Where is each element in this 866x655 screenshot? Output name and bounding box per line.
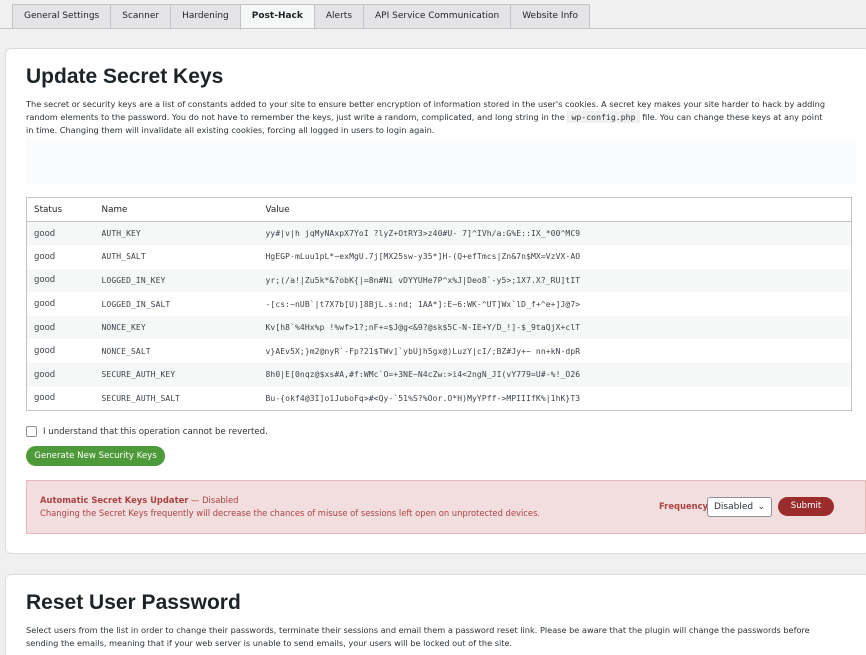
row-status: good	[34, 346, 56, 357]
section-description: The secret or security keys are a list o…	[26, 98, 826, 137]
confirm-checkbox[interactable]	[26, 426, 37, 437]
row-value: v}AEv5X;}m2@nyR`-Fp?21$TWv]`ybUjh5gx@)Lu…	[265, 346, 581, 356]
confirm-label: I understand that this operation cannot …	[43, 426, 268, 437]
row-name: NONCE_SALT	[101, 346, 151, 356]
row-status: good	[34, 251, 56, 262]
tab-scanner[interactable]: Scanner	[110, 4, 172, 29]
tab-bar: General Settings Scanner Hardening Post-…	[12, 4, 590, 30]
row-name: SECURE_AUTH_KEY	[94, 363, 259, 387]
updater-heading: Automatic Secret Keys Updater — Disabled	[40, 495, 238, 505]
row-value: Kv[h8`%4Hx%p !%wf>1?;nF+=$J@g<&9?@sk$5C-…	[258, 315, 852, 340]
reset-user-password-card: Reset User Password Select users from th…	[5, 574, 866, 655]
section-title: Reset User Password	[26, 591, 241, 614]
row-value: yy#|v|h jqMyNAxpX7YoI ?lyZ+OtRY3>z40#U- …	[258, 221, 852, 246]
row-value: 8h0|E[0nqz@$xs#A,#f:WMc`O=+3NE~N4cZw:>i4…	[258, 363, 852, 387]
tab-divider	[0, 28, 866, 29]
row-name: LOGGED_IN_SALT	[101, 299, 171, 309]
tab-post-hack[interactable]: Post-Hack	[239, 4, 315, 30]
row-status: good	[34, 393, 56, 404]
row-value: yr;(/a!|Zu5k*&?obK{|=8n#Ni vDYYUHe7P^x%J…	[258, 268, 852, 293]
tab-hardening[interactable]: Hardening	[170, 4, 241, 29]
config-filename: wp-config.php	[567, 111, 640, 123]
table-row: good AUTH_KEY yy#|v|h jqMyNAxpX7YoI ?lyZ+O…	[26, 221, 852, 246]
column-header-name: Name	[94, 197, 259, 222]
submit-button[interactable]: Submit	[778, 497, 834, 516]
row-status: good	[26, 221, 95, 246]
spacer-panel	[26, 139, 856, 184]
column-header-value: Value	[258, 197, 852, 222]
table-row: good LOGGED_IN_SALT -[cs:~nUB`|t7X7b[U)]8B…	[27, 292, 852, 316]
confirm-row: I understand that this operation cannot …	[26, 426, 268, 437]
row-status: good	[34, 299, 56, 310]
row-name: NONCE_KEY	[94, 315, 259, 340]
column-header-status: Status	[26, 197, 95, 222]
table-row: good SECURE_AUTH_KEY 8h0|E[0nqz@$xs#A,#f:W…	[26, 363, 852, 387]
frequency-value: Disabled	[714, 502, 754, 512]
row-status: good	[26, 268, 95, 293]
section-description: Select users from the list in order to c…	[26, 625, 810, 648]
row-status: good	[26, 363, 95, 387]
table-row: good SECURE_AUTH_SALT Bu-{okf4@3I]o1JuboFq…	[27, 387, 852, 411]
tab-website-info[interactable]: Website Info	[510, 4, 590, 29]
row-value: Bu-{okf4@3I]o1JuboFq>#<Qy-`51%S?%Oor.O*H…	[265, 393, 581, 403]
updater-title: Automatic Secret Keys Updater	[40, 495, 189, 505]
auto-updater-alert: Automatic Secret Keys Updater — Disabled…	[26, 480, 866, 534]
table-row: good NONCE_KEY Kv[h8`%4Hx%p !%wf>1?;nF+=$J…	[26, 315, 852, 340]
row-status: good	[26, 315, 95, 340]
frequency-select[interactable]: Disabled ⌄	[707, 497, 772, 517]
table-row: good LOGGED_IN_KEY yr;(/a!|Zu5k*&?obK{|=8n…	[26, 268, 852, 293]
row-value: HgEGP-mLuu1pL*~exMgU.7j[MX25sw-y35*]H-(Q…	[265, 252, 581, 262]
row-name: LOGGED_IN_KEY	[94, 268, 259, 293]
tab-api-service-communication[interactable]: API Service Communication	[363, 4, 512, 29]
secret-keys-table: Status Name Value good AUTH_KEY yy#|v|h jq…	[26, 197, 852, 411]
updater-status: — Disabled	[188, 495, 239, 505]
table-row: good NONCE_SALT v}AEv5X;}m2@nyR`-Fp?21$TWv…	[27, 339, 852, 363]
row-name: SECURE_AUTH_SALT	[101, 393, 181, 403]
frequency-label: Frequency:	[659, 501, 712, 511]
tab-general-settings[interactable]: General Settings	[12, 4, 112, 29]
table-header-row: Status Name Value	[26, 197, 852, 222]
row-name: AUTH_SALT	[101, 252, 146, 262]
chevron-down-icon: ⌄	[757, 502, 765, 512]
row-value: -[cs:~nUB`|t7X7b[U)]8BjL.s:nd; 1AA*]:E~6…	[265, 299, 581, 309]
row-name: AUTH_KEY	[94, 221, 259, 246]
generate-keys-button[interactable]: Generate New Security Keys	[26, 446, 165, 466]
updater-note: Changing the Secret Keys frequently will…	[40, 508, 541, 518]
table-row: good AUTH_SALT HgEGP-mLuu1pL*~exMgU.7j[MX2…	[27, 245, 852, 269]
update-secret-keys-card: Update Secret Keys The secret or securit…	[5, 48, 866, 554]
section-title: Update Secret Keys	[26, 65, 224, 88]
tab-alerts[interactable]: Alerts	[313, 4, 365, 29]
